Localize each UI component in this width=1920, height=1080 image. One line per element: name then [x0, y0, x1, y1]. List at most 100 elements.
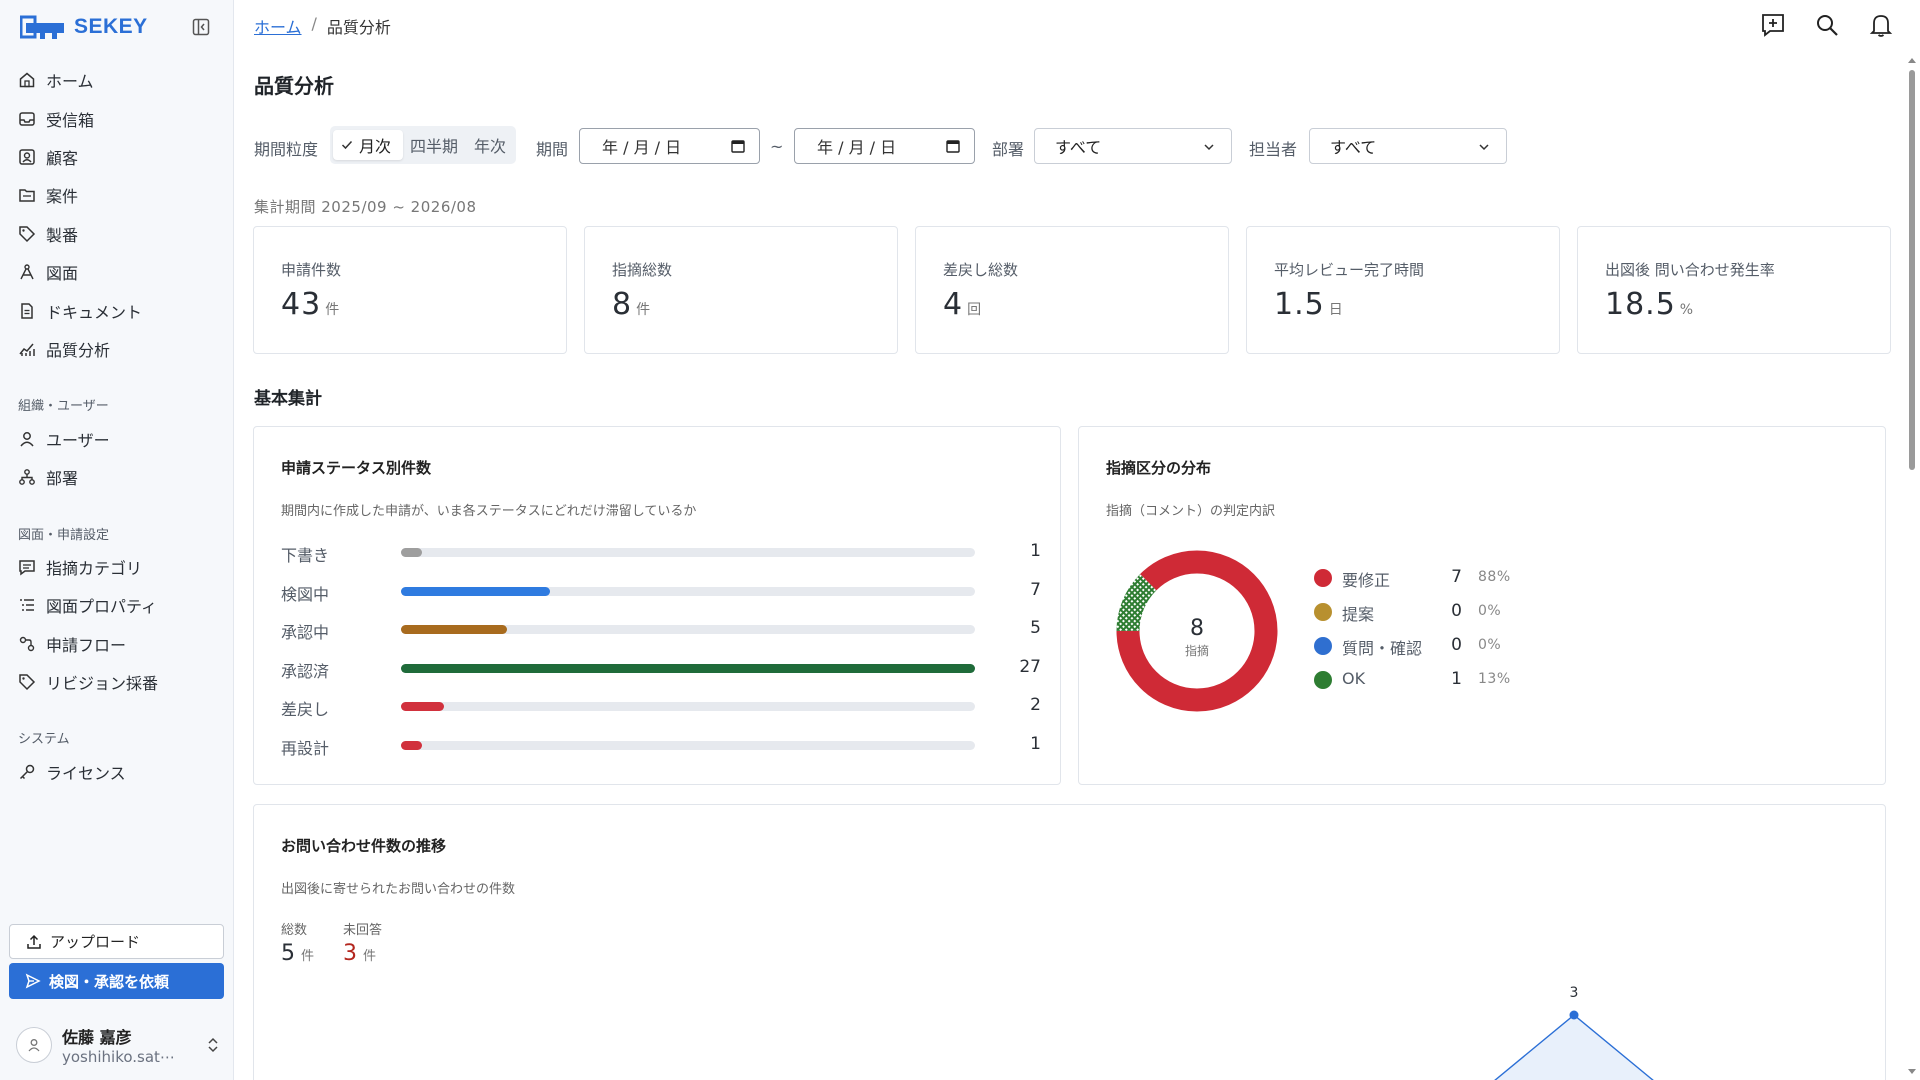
- status-bar-row[interactable]: 承認済 27: [281, 656, 1041, 681]
- sidebar-item-projects[interactable]: 案件: [18, 181, 218, 209]
- date-from-value: 年 / 月 / 日: [602, 138, 682, 157]
- status-bar-label: 差戻し: [281, 700, 330, 719]
- calendar-icon[interactable]: [946, 139, 960, 153]
- sidebar-item-label: リビジョン採番: [46, 674, 159, 693]
- status-bar-value: 1: [1030, 541, 1041, 561]
- legend-item[interactable]: 要修正 7 88%: [1314, 566, 1534, 590]
- sidebar-item-drawing-properties[interactable]: 図面プロパティ: [18, 591, 218, 619]
- department-select[interactable]: すべて: [1034, 128, 1232, 164]
- status-bar: [401, 663, 975, 673]
- chevron-up-down-icon: [208, 1037, 218, 1053]
- status-bar-label: 下書き: [281, 546, 330, 565]
- user-icon: [28, 1039, 40, 1052]
- inquiry-peak-point[interactable]: [1569, 1010, 1579, 1020]
- sidebar-section-system: システム: [18, 732, 70, 747]
- granularity-option-yearly[interactable]: 年次: [474, 130, 506, 160]
- legend-count: 1: [1451, 669, 1462, 689]
- page-title: 品質分析: [254, 74, 334, 98]
- upload-button[interactable]: アップロード: [9, 924, 224, 959]
- legend-swatch: [1314, 637, 1332, 655]
- bell-icon[interactable]: [1868, 12, 1894, 38]
- kpi-unit: 件: [636, 302, 651, 318]
- kpi-unit: 件: [325, 302, 340, 318]
- status-bar-value: 5: [1030, 618, 1041, 638]
- card-subtitle: 期間内に作成した申請が、いま各ステータスにどれだけ滞留しているか: [281, 504, 697, 519]
- sidebar-item-approval-flow[interactable]: 申請フロー: [18, 630, 218, 658]
- inquiry-line-chart: 3: [1494, 985, 1654, 1080]
- legend-percent: 88%: [1478, 569, 1511, 585]
- brand[interactable]: SEKEY: [20, 14, 148, 40]
- status-bar-value: 27: [1019, 656, 1041, 677]
- inquiry-total-unit: 件: [301, 949, 315, 964]
- user-info: 佐藤 嘉彦 yoshihiko.sat⋯: [62, 1024, 175, 1066]
- scroll-down-icon[interactable]: [1907, 1066, 1917, 1076]
- calendar-icon[interactable]: [731, 139, 745, 153]
- avatar: [16, 1027, 52, 1063]
- comment-category-icon: [19, 560, 35, 576]
- status-bar-label: 再設計: [281, 738, 330, 758]
- scroll-up-icon[interactable]: [1907, 56, 1917, 66]
- sidebar-item-license[interactable]: ライセンス: [18, 758, 218, 786]
- sidebar-item-users[interactable]: ユーザー: [18, 425, 218, 453]
- user-email: yoshihiko.sat⋯: [62, 1048, 175, 1066]
- date-to-input[interactable]: 年 / 月 / 日: [794, 128, 975, 164]
- legend-percent: 0%: [1478, 637, 1502, 653]
- donut-center-label: 指摘: [1185, 643, 1209, 658]
- sidebar-item-home[interactable]: ホーム: [18, 66, 218, 94]
- sidebar-item-quality-analysis[interactable]: 品質分析: [18, 335, 218, 363]
- kpi-number: 18.5: [1605, 287, 1676, 322]
- sidebar-collapse-icon[interactable]: [192, 18, 210, 36]
- sidebar-item-label: 図面: [46, 264, 79, 283]
- new-message-icon[interactable]: [1760, 12, 1786, 38]
- legend-item[interactable]: 提案 0 0%: [1314, 600, 1534, 624]
- sidebar-item-customers[interactable]: 顧客: [18, 143, 218, 171]
- key-icon: [19, 764, 35, 780]
- card-subtitle: 出図後に寄せられたお問い合わせの件数: [281, 882, 516, 897]
- search-icon[interactable]: [1814, 12, 1840, 38]
- status-bar-track: [401, 663, 975, 673]
- status-bar-row[interactable]: 再設計 1: [281, 733, 1041, 758]
- breadcrumb: ホーム / 品質分析: [254, 14, 391, 38]
- kpi-label: 差戻し総数: [943, 261, 1019, 279]
- aggregation-period: 集計期間 2025/09 ~ 2026/08: [254, 198, 477, 216]
- inquiry-trend-card: お問い合わせ件数の推移 出図後に寄せられたお問い合わせの件数 総数 5件 未回答…: [253, 804, 1886, 1080]
- legend-item[interactable]: OK 1 13%: [1314, 668, 1534, 692]
- inquiry-total: 5件: [281, 941, 314, 966]
- status-bar-row[interactable]: 承認中 5: [281, 617, 1041, 642]
- kpi-unit: %: [1679, 302, 1694, 318]
- status-bar-label: 承認済: [281, 661, 330, 681]
- home-icon: [19, 72, 35, 88]
- granularity-toggle: 月次 四半期 年次: [330, 126, 516, 164]
- sidebar-item-label: ライセンス: [46, 764, 126, 783]
- kpi-number: 8: [612, 287, 633, 322]
- date-from-input[interactable]: 年 / 月 / 日: [579, 128, 760, 164]
- sidebar-item-serial[interactable]: 製番: [18, 220, 218, 248]
- request-review-button[interactable]: 検図・承認を依頼: [9, 963, 224, 999]
- status-bar-row[interactable]: 検図中 7: [281, 579, 1041, 604]
- sidebar-item-drawings[interactable]: 図面: [18, 258, 218, 286]
- assignee-select[interactable]: すべて: [1309, 128, 1507, 164]
- inquiry-total-label: 総数: [281, 923, 308, 938]
- user-menu[interactable]: 佐藤 嘉彦 yoshihiko.sat⋯: [16, 1020, 220, 1070]
- donut-center-value: 8: [1190, 616, 1204, 641]
- distribution-chart-card: 指摘区分の分布 指摘（コメント）の判定内訳 8 指摘 要修正 7 88% 提案 0 0% 質…: [1078, 426, 1886, 785]
- scroll-thumb[interactable]: [1909, 70, 1915, 470]
- sidebar-item-revision-numbering[interactable]: リビジョン採番: [18, 668, 218, 696]
- sidebar-section-settings: 図面・申請設定: [18, 528, 110, 543]
- legend-percent: 0%: [1478, 603, 1502, 619]
- sidebar-section-org: 組織・ユーザー: [18, 399, 109, 414]
- sidebar-item-departments[interactable]: 部署: [18, 463, 218, 491]
- legend-item[interactable]: 質問・確認 0 0%: [1314, 634, 1534, 658]
- sidebar-item-inbox[interactable]: 受信箱: [18, 105, 218, 133]
- status-bar-row[interactable]: 差戻し 2: [281, 694, 1041, 719]
- sidebar-item-comment-categories[interactable]: 指摘カテゴリ: [18, 553, 218, 581]
- distribution-donut-chart: 8 指摘: [1116, 550, 1278, 712]
- granularity-option-monthly[interactable]: 月次: [333, 130, 403, 160]
- check-icon: [341, 140, 353, 150]
- status-bar-row[interactable]: 下書き 1: [281, 540, 1041, 565]
- page-scrollbar[interactable]: [1904, 56, 1920, 1080]
- granularity-option-quarterly[interactable]: 四半期: [410, 130, 458, 160]
- sidebar-item-documents[interactable]: ドキュメント: [18, 297, 218, 325]
- inbox-icon: [19, 112, 35, 126]
- breadcrumb-home-link[interactable]: ホーム: [254, 14, 302, 38]
